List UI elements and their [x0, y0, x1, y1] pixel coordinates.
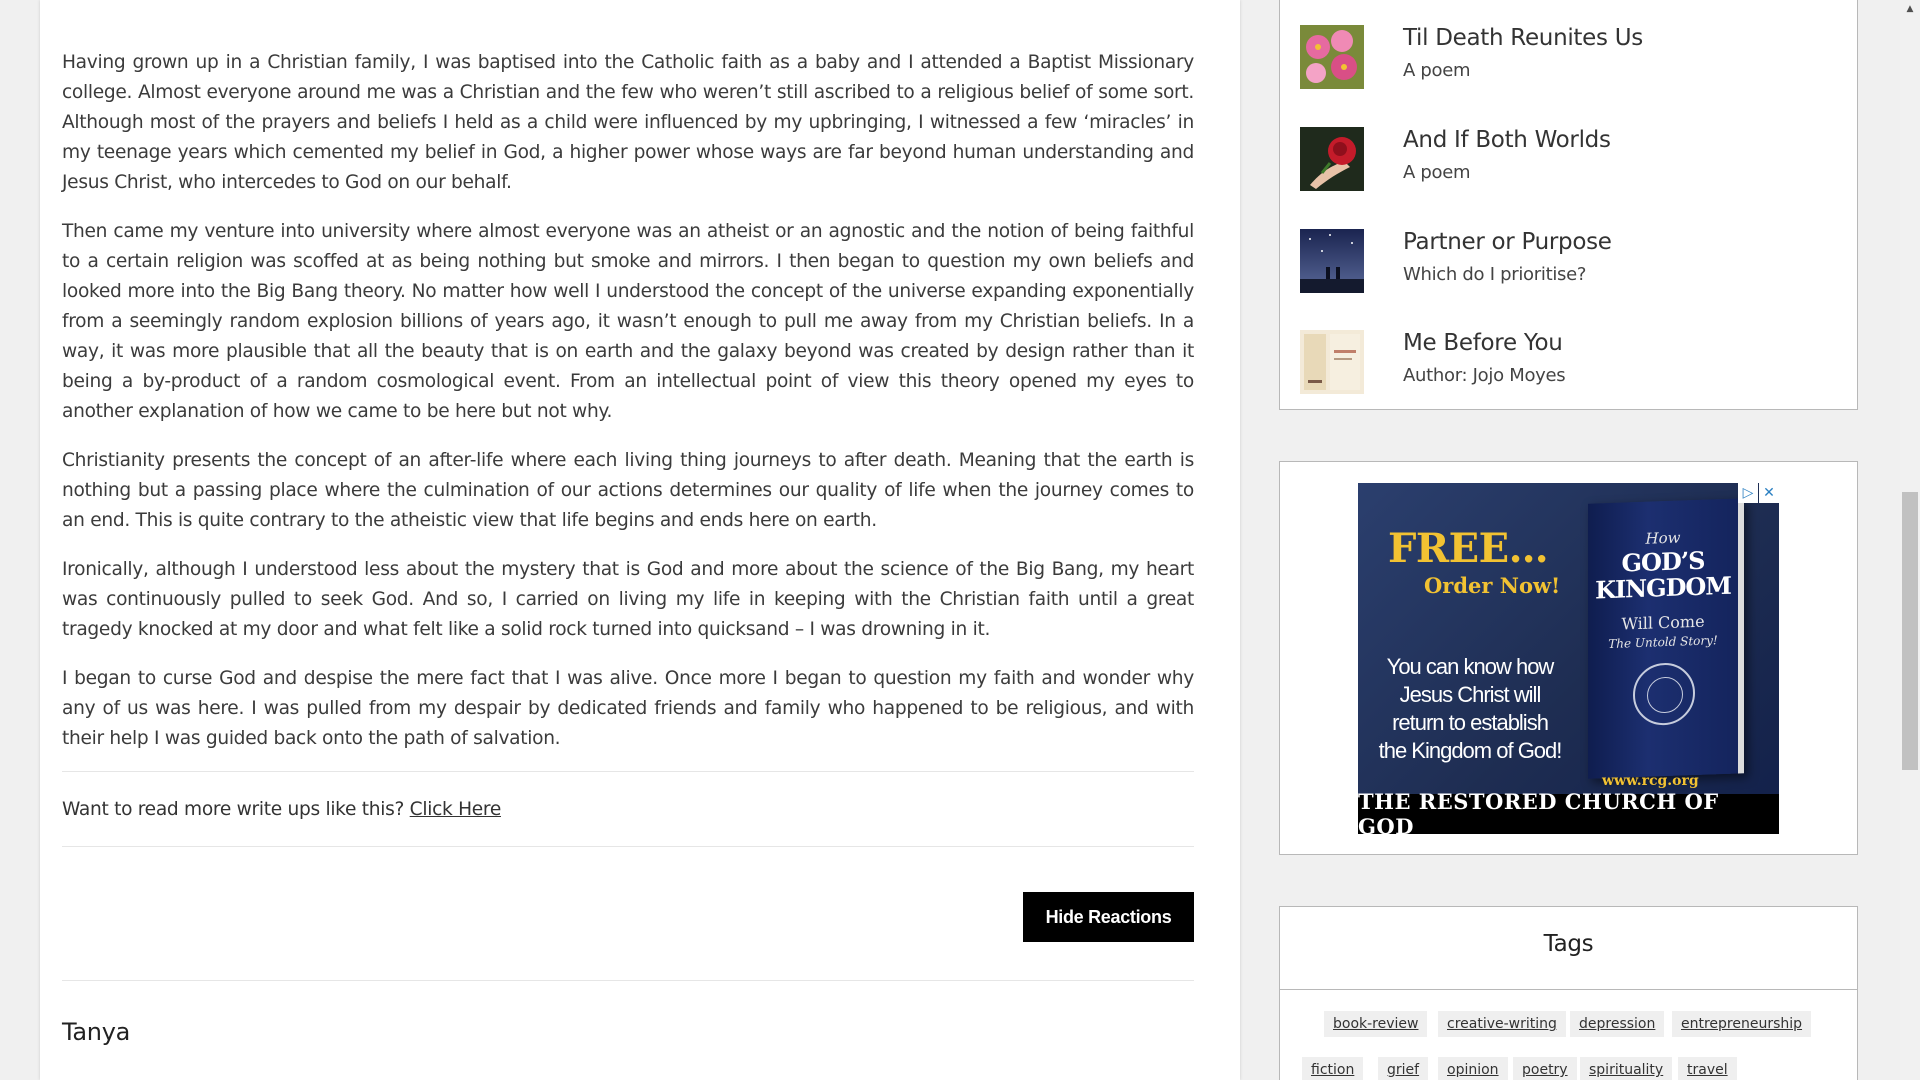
recent-post-item[interactable]: Til Death Reunites Us A poem	[1300, 25, 1840, 89]
recent-post-item[interactable]: Partner or Purpose Which do I prioritise…	[1300, 229, 1840, 293]
scroll-up-arrow-icon[interactable]: ▲	[1900, 0, 1920, 17]
recent-post-item[interactable]: And If Both Worlds A poem	[1300, 127, 1840, 191]
post-title[interactable]: Partner or Purpose	[1403, 229, 1612, 255]
ad-controls: ▷ ✕	[1737, 483, 1779, 503]
divider	[62, 846, 1194, 847]
tag-opinion[interactable]: opinion	[1438, 1057, 1508, 1080]
article-paragraph: Having grown up in a Christian family, I…	[62, 52, 1194, 193]
book-title: GOD’S KINGDOM	[1595, 545, 1731, 605]
night-sky-thumbnail	[1300, 229, 1364, 293]
rose-thumbnail	[1300, 127, 1364, 191]
recent-posts-widget: Til Death Reunites Us A poem And If Both…	[1279, 0, 1858, 410]
post-subtitle: Author: Jojo Moyes	[1403, 365, 1566, 386]
read-more-prompt: Want to read more write ups like this?	[62, 799, 405, 820]
recent-post-item[interactable]: Me Before You Author: Jojo Moyes	[1300, 330, 1840, 394]
article-body: Having grown up in a Christian family, I…	[62, 48, 1194, 773]
post-title[interactable]: Me Before You	[1403, 330, 1563, 356]
divider	[62, 771, 1194, 772]
tag-entrepreneurship[interactable]: entrepreneurship	[1672, 1011, 1812, 1037]
flowers-thumbnail	[1300, 25, 1364, 89]
seal-icon	[1633, 661, 1695, 727]
advertisement-widget: FREE… Order Now! You can know how Jesus …	[1279, 461, 1858, 855]
tag-poetry[interactable]: poetry	[1513, 1057, 1577, 1080]
article-paragraph: I began to curse God and despise the mer…	[62, 668, 1194, 749]
post-title[interactable]: And If Both Worlds	[1403, 127, 1611, 153]
divider	[1280, 989, 1857, 990]
tag-spirituality[interactable]: spirituality	[1580, 1057, 1673, 1080]
book-subtitle: Will Come	[1621, 611, 1705, 634]
tag-fiction[interactable]: fiction	[1302, 1057, 1364, 1080]
tags-widget: Tags book-review creative-writing depres…	[1279, 906, 1858, 1080]
tag-travel[interactable]: travel	[1678, 1057, 1737, 1080]
ad-footer: THE RESTORED CHURCH OF GOD	[1358, 789, 1779, 834]
article-paragraph: Christianity presents the concept of an …	[62, 450, 1194, 531]
tag-creative-writing[interactable]: creative-writing	[1438, 1011, 1566, 1037]
play-triangle-icon[interactable]: ▷	[1738, 483, 1758, 503]
ad-url: www.rcg.org	[1602, 773, 1699, 789]
post-subtitle: A poem	[1403, 60, 1471, 81]
advertisement-banner[interactable]: FREE… Order Now! You can know how Jesus …	[1358, 483, 1779, 834]
read-more-line: Want to read more write ups like this? C…	[62, 799, 501, 820]
hide-reactions-button[interactable]: Hide Reactions	[1023, 892, 1194, 942]
comment-author: Tanya	[62, 1018, 131, 1046]
tag-depression[interactable]: depression	[1570, 1011, 1665, 1037]
click-here-link[interactable]: Click Here	[410, 799, 502, 820]
book-cover: How GOD’S KINGDOM Will Come The Untold S…	[1588, 498, 1744, 779]
post-subtitle: Which do I prioritise?	[1403, 264, 1587, 285]
ad-body-text: You can know how Jesus Christ will retur…	[1378, 654, 1563, 763]
close-icon[interactable]: ✕	[1759, 483, 1779, 503]
scrollbar-thumb[interactable]	[1902, 492, 1918, 770]
tags-heading: Tags	[1543, 931, 1594, 957]
post-title[interactable]: Til Death Reunites Us	[1403, 25, 1643, 51]
article-paragraph: Then came my venture into university whe…	[62, 221, 1194, 422]
article-paragraph: Ironically, although I understood less a…	[62, 559, 1194, 640]
post-subtitle: A poem	[1403, 162, 1471, 183]
tag-book-review[interactable]: book-review	[1324, 1011, 1428, 1037]
ad-order-now: Order Now!	[1424, 573, 1561, 598]
page-scrollbar[interactable]: ▲	[1900, 0, 1920, 1080]
book-cover-thumbnail	[1300, 330, 1364, 394]
divider	[62, 980, 1194, 981]
book-tagline: The Untold Story!	[1608, 633, 1718, 652]
tag-grief[interactable]: grief	[1378, 1057, 1429, 1080]
ad-headline: FREE…	[1388, 525, 1549, 572]
